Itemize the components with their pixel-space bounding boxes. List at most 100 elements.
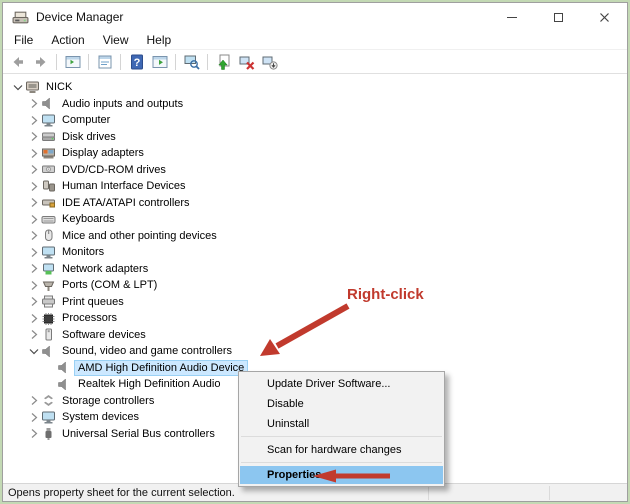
tree-item[interactable]: Sound, video and game controllers [3,343,627,360]
back-button[interactable] [8,52,27,71]
disable-device-button[interactable] [237,52,256,71]
expand-toggle[interactable] [27,180,41,193]
chevron-right-icon [31,181,38,191]
tree-item[interactable]: Computer [3,112,627,129]
expand-toggle[interactable] [27,328,41,341]
menu-help[interactable]: Help [138,32,181,48]
tree-item[interactable]: Human Interface Devices [3,178,627,195]
uninstall-device-button[interactable] [260,52,279,71]
scan-icon [184,55,200,70]
toolbar-separator [120,53,121,70]
printer-icon [42,295,55,308]
close-button[interactable] [581,3,627,31]
tree-item[interactable]: Keyboards [3,211,627,228]
monitor-icon [42,246,55,259]
tree-item[interactable]: Network adapters [3,261,627,278]
chevron-down-icon [29,348,39,355]
ports-icon [42,281,55,291]
tree-item[interactable]: Display adapters [3,145,627,162]
software-icon [45,328,52,341]
expand-toggle[interactable] [27,279,41,292]
expand-toggle[interactable] [27,147,41,160]
tree-item-label: Computer [62,114,111,127]
tree-item-label: Sound, video and game controllers [62,345,232,358]
menu-item-properties[interactable]: Properties [240,466,443,484]
forward-icon [35,56,45,67]
tree-item[interactable]: IDE ATA/ATAPI controllers [3,195,627,212]
tree-item[interactable]: Processors [3,310,627,327]
action-pane-button[interactable] [150,52,169,71]
chevron-right-icon [31,132,38,142]
tree-item[interactable]: Mice and other pointing devices [3,228,627,245]
chevron-down-icon [13,84,23,91]
help-button[interactable]: ? [127,52,146,71]
expand-toggle[interactable] [27,196,41,209]
expand-toggle[interactable] [27,312,41,325]
context-menu: Update Driver Software... Disable Uninstal… [238,371,445,487]
window-controls [489,3,627,31]
menu-file[interactable]: File [5,32,42,48]
tree-item[interactable]: NICK [3,79,627,96]
tree-item[interactable]: Audio inputs and outputs [3,96,627,113]
expand-toggle[interactable] [27,427,41,440]
update-driver-button[interactable] [214,52,233,71]
right-click-annotation: Right-click [347,286,424,303]
expand-toggle[interactable] [27,262,41,275]
menu-item-disable[interactable]: Disable [240,394,443,414]
storage-icon [44,395,53,407]
usb-icon [45,428,52,441]
tree-item-label: Software devices [62,328,146,341]
collapse-toggle[interactable] [27,345,41,358]
tree-item-label: Monitors [62,246,105,259]
menu-item-scan-for-hardware-changes[interactable]: Scan for hardware changes [240,440,443,460]
speaker-icon [58,361,66,374]
minimize-button[interactable] [489,3,535,31]
tree-item[interactable]: Print queues [3,294,627,311]
minimize-icon [507,16,517,18]
forward-button[interactable] [31,52,50,71]
back-icon [13,56,23,67]
expand-toggle[interactable] [27,163,41,176]
expand-toggle[interactable] [27,295,41,308]
menu-item-uninstall[interactable]: Uninstall [240,414,443,434]
titlebar: Device Manager [3,3,627,31]
scan-hardware-changes-button[interactable] [182,52,201,71]
tree-item[interactable]: Software devices [3,327,627,344]
properties-toolbar-button[interactable] [95,52,114,71]
expand-toggle[interactable] [27,229,41,242]
tree-item[interactable]: Disk drives [3,129,627,146]
tree-item[interactable]: Monitors [3,244,627,261]
expand-toggle[interactable] [27,411,41,424]
expand-toggle[interactable] [27,394,41,407]
close-icon [599,12,609,22]
chevron-right-icon [31,412,38,422]
tree-item-label: Storage controllers [62,394,155,407]
hid-icon [43,180,55,192]
tree-item-label: DVD/CD-ROM drives [62,163,166,176]
tree-item[interactable]: DVD/CD-ROM drives [3,162,627,179]
menu-action[interactable]: Action [42,32,93,48]
keyboard-icon [41,215,56,224]
chevron-right-icon [31,280,38,290]
expand-toggle[interactable] [27,97,41,110]
maximize-button[interactable] [535,3,581,31]
menu-view[interactable]: View [94,32,138,48]
tree-item-label: Realtek High Definition Audio [78,378,221,391]
speaker-icon [42,345,50,358]
tree-item-label: AMD High Definition Audio Device [75,360,248,375]
expand-toggle[interactable] [27,130,41,143]
tree-item[interactable]: Ports (COM & LPT) [3,277,627,294]
expand-toggle[interactable] [27,246,41,259]
show-console-tree-button[interactable] [63,52,82,71]
update-driver-icon [217,54,229,70]
chevron-right-icon [31,264,38,274]
expand-toggle[interactable] [27,114,41,127]
toolbar: ? [3,50,627,74]
expand-toggle[interactable] [27,213,41,226]
collapse-toggle[interactable] [11,81,25,94]
status-bar-divider [428,486,429,500]
device-manager-window: Device Manager File Action View Help ? N… [0,0,630,504]
toolbar-separator [207,53,208,70]
menu-item-update-driver-software[interactable]: Update Driver Software... [240,374,443,394]
chevron-right-icon [31,148,38,158]
